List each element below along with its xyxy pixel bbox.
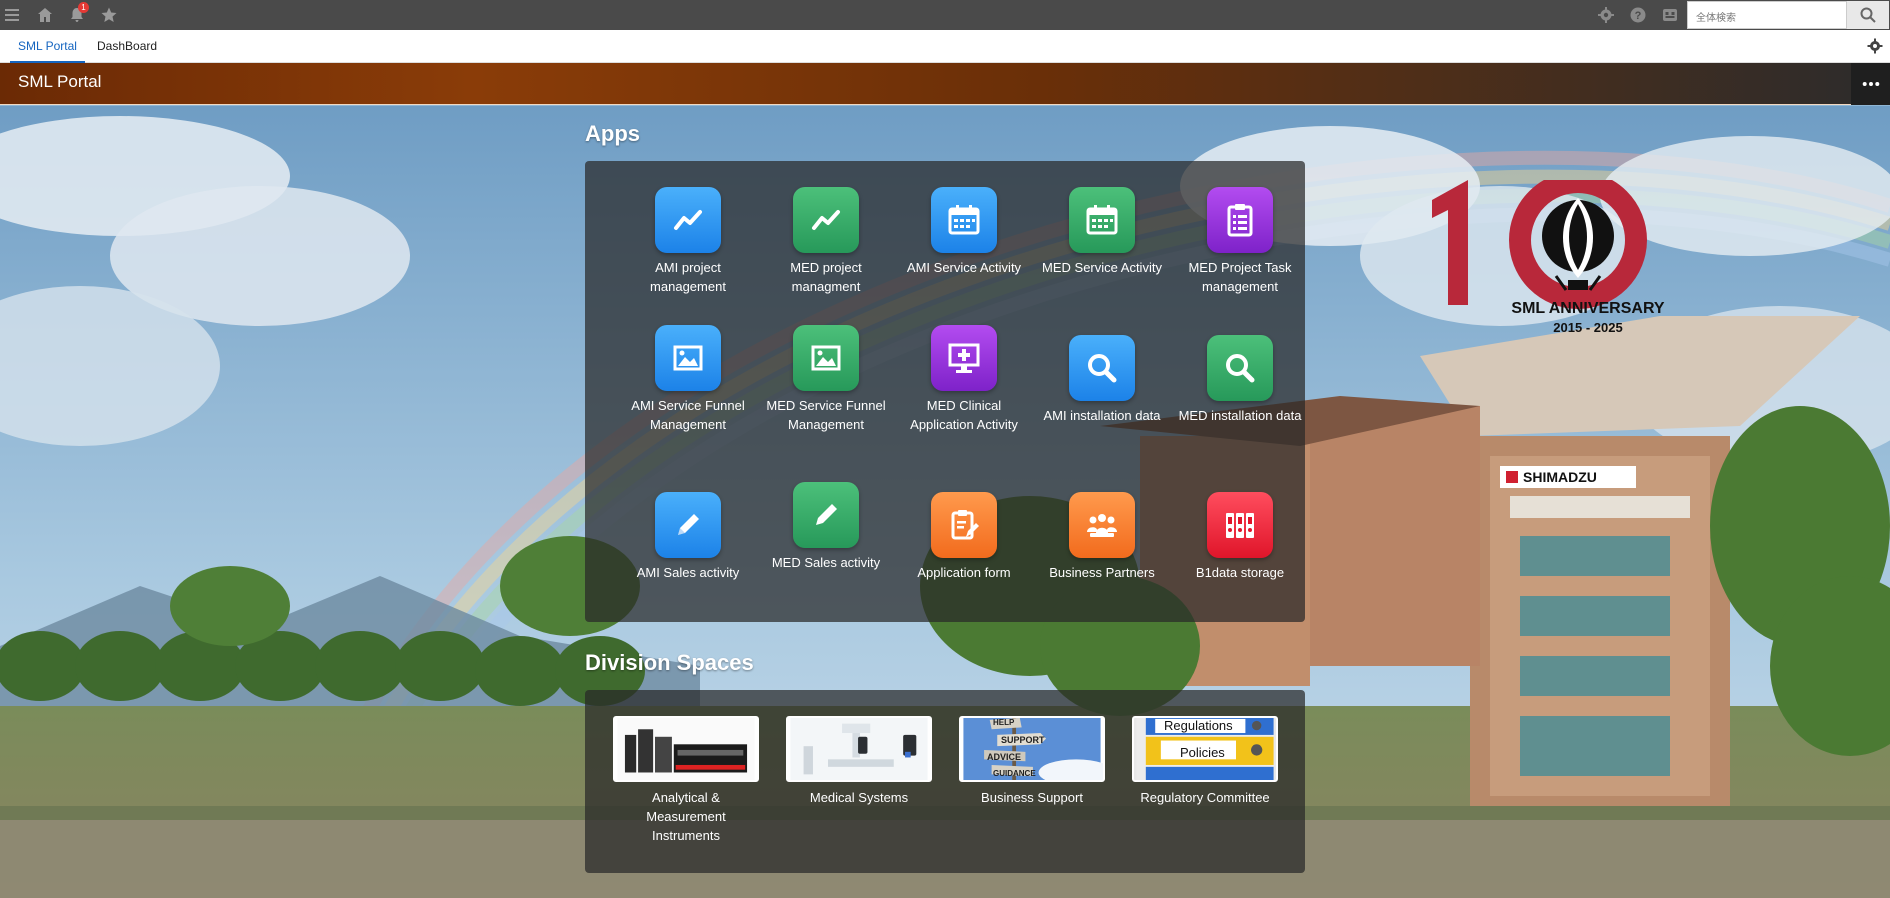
tab-dashboard[interactable]: DashBoard <box>97 30 157 63</box>
division-section-title: Division Spaces <box>585 650 754 675</box>
notification-badge: 1 <box>78 2 89 13</box>
sign-word-help: HELP <box>993 718 1015 727</box>
space-settings-gear-icon[interactable] <box>1866 37 1884 55</box>
more-options-button[interactable] <box>1851 63 1890 105</box>
app-ami-service-funnel-management[interactable]: AMI Service Funnel Management <box>623 325 753 434</box>
anniversary-logo: SML ANNIVERSARY 2015 - 2025 <box>1428 171 1688 350</box>
top-toolbar: 1 ? 全体検索 <box>0 0 1890 30</box>
app-med-service-activity[interactable]: MED Service Activity <box>1037 187 1167 277</box>
pencil-icon <box>655 492 721 558</box>
chart-trend-icon <box>793 187 859 253</box>
magnifier-icon <box>1207 335 1273 401</box>
bell-icon[interactable]: 1 <box>65 2 89 27</box>
shimadzu-logo-icon <box>1506 471 1518 483</box>
image-icon <box>793 325 859 391</box>
anniversary-line1: SML ANNIVERSARY <box>1511 300 1665 317</box>
binders-photo: Regulations Policies <box>1132 716 1278 782</box>
medical-equipment-photo <box>786 716 932 782</box>
app-ami-sales-activity[interactable]: AMI Sales activity <box>623 492 753 582</box>
tab-sml-portal[interactable]: SML Portal <box>10 30 85 63</box>
app-application-form[interactable]: Application form <box>899 492 1029 582</box>
instruments-photo <box>613 716 759 782</box>
settings-gear-icon[interactable] <box>1594 3 1618 27</box>
apps-switch-icon[interactable] <box>1658 3 1682 27</box>
sign-word-guidance: GUIDANCE <box>993 769 1036 778</box>
svg-text:?: ? <box>1635 10 1642 22</box>
image-icon <box>655 325 721 391</box>
more-dots-icon <box>1862 82 1879 86</box>
help-icon[interactable]: ? <box>1626 3 1650 27</box>
search-icon <box>1860 7 1876 23</box>
clipboard-pen-icon <box>931 492 997 558</box>
people-icon <box>1069 492 1135 558</box>
monitor-plus-icon <box>931 325 997 391</box>
apps-section-title: Apps <box>585 121 640 146</box>
binder-label-policies: Policies <box>1180 745 1225 760</box>
space-regulatory-committee[interactable]: Regulations Policies Regulatory Committe… <box>1130 716 1280 807</box>
app-med-service-funnel-management[interactable]: MED Service Funnel Management <box>761 325 891 434</box>
clipboard-list-icon <box>1207 187 1273 253</box>
binder-label-regulations: Regulations <box>1164 718 1233 733</box>
app-b1data-storage[interactable]: B1data storage <box>1175 492 1305 582</box>
app-business-partners[interactable]: Business Partners <box>1037 492 1167 582</box>
search-button[interactable] <box>1847 1 1889 29</box>
app-med-project-managment[interactable]: MED project managment <box>761 187 891 296</box>
anniversary-line2: 2015 - 2025 <box>1553 320 1623 335</box>
building-sign: SHIMADZU <box>1500 466 1636 488</box>
app-med-project-task-management[interactable]: MED Project Task management <box>1175 187 1305 296</box>
app-ami-project-management[interactable]: AMI project management <box>623 187 753 296</box>
signpost-photo: HELP SUPPORT ADVICE GUIDANCE <box>959 716 1105 782</box>
star-icon[interactable] <box>97 3 121 27</box>
hamburger-icon[interactable] <box>0 3 24 27</box>
app-ami-service-activity[interactable]: AMI Service Activity <box>899 187 1029 277</box>
calendar-icon <box>931 187 997 253</box>
chart-trend-icon <box>655 187 721 253</box>
space-medical-systems[interactable]: Medical Systems <box>784 716 934 807</box>
space-analytical-measurement-instruments[interactable]: Analytical & Measurement Instruments <box>611 716 761 845</box>
search-input[interactable]: 全体検索 <box>1687 1 1847 29</box>
pencil-icon <box>793 482 859 548</box>
home-icon[interactable] <box>33 3 57 27</box>
magnifier-icon <box>1069 335 1135 401</box>
app-med-sales-activity[interactable]: MED Sales activity <box>761 482 891 572</box>
division-panel: Analytical & Measurement Instruments Med… <box>585 690 1305 873</box>
app-ami-installation-data[interactable]: AMI installation data <box>1037 335 1167 425</box>
sign-word-support: SUPPORT <box>1001 735 1045 745</box>
apps-panel: AMI project management MED project manag… <box>585 161 1305 622</box>
binders-icon <box>1207 492 1273 558</box>
portal-header: SML Portal <box>0 63 1890 105</box>
space-business-support[interactable]: HELP SUPPORT ADVICE GUIDANCE Business Su… <box>957 716 1107 807</box>
calendar-icon <box>1069 187 1135 253</box>
app-med-installation-data[interactable]: MED installation data <box>1175 335 1305 425</box>
portal-title: SML Portal <box>18 72 102 91</box>
app-med-clinical-application-activity[interactable]: MED Clinical Application Activity <box>899 325 1029 434</box>
tab-bar: SML Portal DashBoard <box>0 30 1890 63</box>
sign-word-advice: ADVICE <box>987 752 1022 762</box>
